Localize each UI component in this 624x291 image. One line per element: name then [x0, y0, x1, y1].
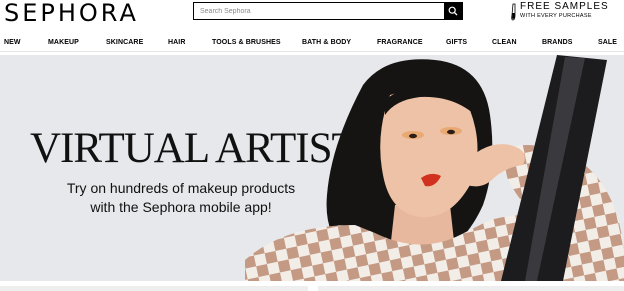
- nav-item-fragrance[interactable]: FRAGRANCE: [377, 38, 423, 47]
- nav-item-gifts[interactable]: GIFTS: [446, 38, 467, 47]
- nav-item-new[interactable]: NEW: [4, 38, 21, 47]
- promo-tile-left[interactable]: [0, 286, 308, 291]
- nav-item-sale[interactable]: SALE: [598, 38, 617, 47]
- sample-vial-icon: [511, 3, 516, 21]
- nav-item-clean[interactable]: CLEAN: [492, 38, 517, 47]
- nav-item-bath-body[interactable]: BATH & BODY: [302, 38, 351, 47]
- nav-item-makeup[interactable]: MAKEUP: [48, 38, 79, 47]
- search-icon: [448, 6, 458, 16]
- free-samples-promo[interactable]: FREE SAMPLES WITH EVERY PURCHASE: [510, 1, 620, 23]
- nav-item-tools-brushes[interactable]: TOOLS & BRUSHES: [212, 38, 281, 47]
- promo-tile-right[interactable]: [318, 286, 624, 291]
- nav-item-skincare[interactable]: SKINCARE: [106, 38, 143, 47]
- promo-subtitle: WITH EVERY PURCHASE: [520, 13, 592, 19]
- nav-item-brands[interactable]: BRANDS: [542, 38, 573, 47]
- nav-item-hair[interactable]: HAIR: [168, 38, 186, 47]
- virtual-artist-banner[interactable]: VIRTUAL ARTIST Try on hundreds of makeup…: [0, 55, 624, 281]
- site-header: SEPHORA FREE SAMPLES WITH EVERY PURCHASE: [0, 0, 624, 32]
- promo-title: FREE SAMPLES: [520, 1, 609, 12]
- search-button[interactable]: [444, 3, 462, 19]
- search-bar: [193, 2, 463, 20]
- sephora-logo[interactable]: SEPHORA: [4, 0, 139, 26]
- category-nav: NEW MAKEUP SKINCARE HAIR TOOLS & BRUSHES…: [0, 36, 624, 52]
- search-input[interactable]: [200, 3, 438, 19]
- model-portrait: [245, 55, 624, 281]
